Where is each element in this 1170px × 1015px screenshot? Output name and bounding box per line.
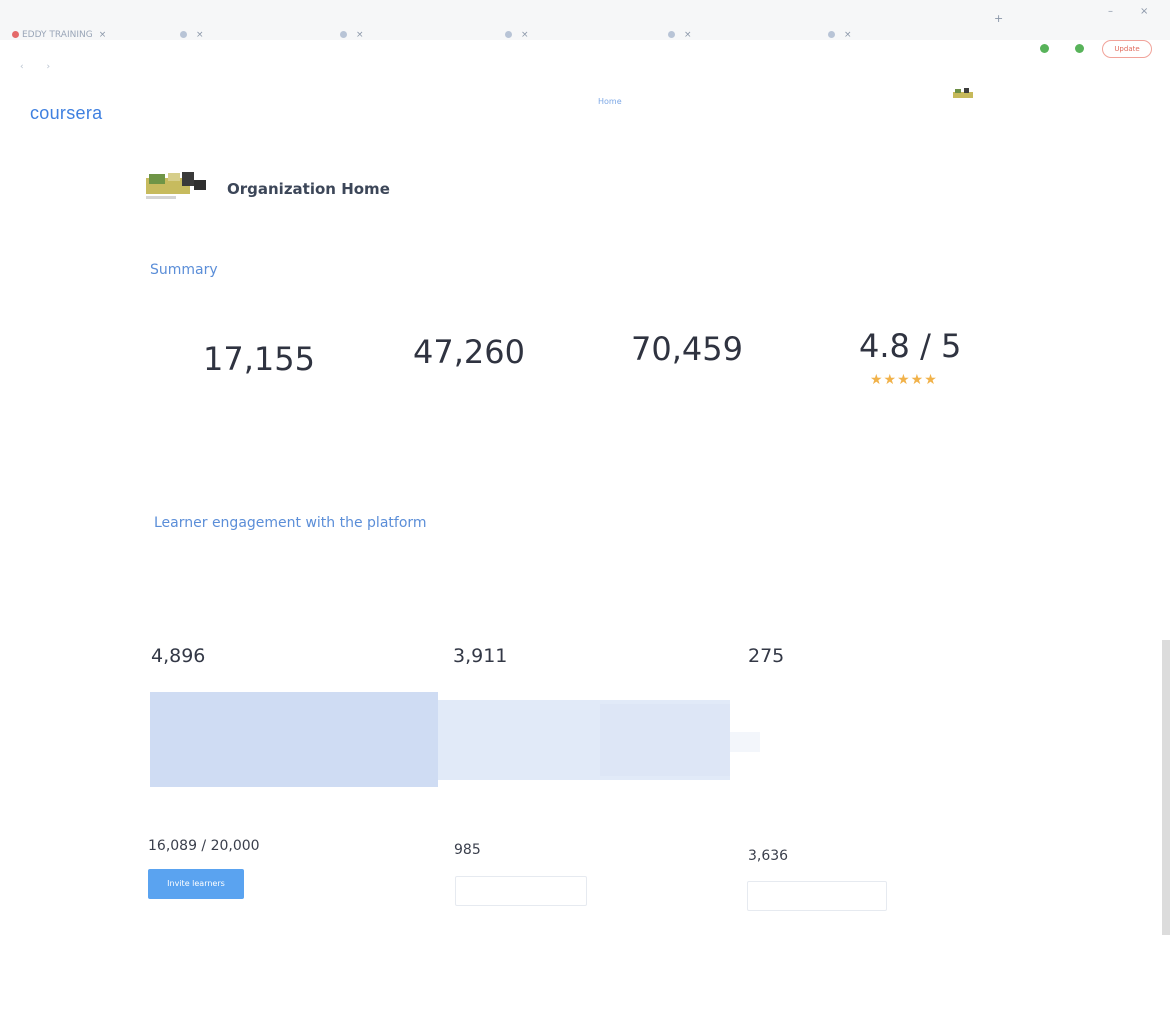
scrollbar[interactable]: [1162, 640, 1170, 935]
tab-favicon-icon: [505, 31, 512, 38]
funnel-segment-1: [150, 692, 438, 787]
extension-icon[interactable]: [1040, 44, 1049, 53]
close-icon[interactable]: ×: [844, 30, 852, 40]
funnel-segment-3: [730, 732, 760, 752]
page-title: Organization Home: [227, 180, 390, 198]
tab-favicon-icon: [668, 31, 675, 38]
browser-tab-5[interactable]: ×: [668, 30, 818, 44]
minimize-icon[interactable]: –: [1108, 6, 1113, 17]
engagement-value: 3,911: [453, 645, 508, 667]
close-icon[interactable]: ×: [356, 30, 364, 40]
browser-tab-4[interactable]: ×: [505, 30, 660, 44]
engagement-value: 275: [748, 645, 785, 667]
engagement-value: 4,896: [151, 645, 206, 667]
browser-tab-2[interactable]: ×: [180, 30, 330, 44]
nav-arrows-icon[interactable]: ‹ ›: [20, 62, 60, 72]
new-tab-plus-icon[interactable]: +: [994, 12, 1003, 25]
browser-update-button[interactable]: Update: [1102, 40, 1152, 58]
secondary-action-button[interactable]: [455, 876, 587, 906]
close-icon[interactable]: ×: [99, 30, 107, 40]
tab-favicon-icon: [828, 31, 835, 38]
engagement-funnel-chart: [150, 692, 760, 787]
close-icon[interactable]: ×: [521, 30, 529, 40]
engagement-bottom-value: 3,636: [748, 848, 789, 864]
engagement-bottom-value: 985: [454, 842, 481, 858]
funnel-segment-2b: [600, 704, 730, 776]
invite-learners-button[interactable]: Invite learners: [148, 869, 244, 899]
summary-metric-value: 47,260: [413, 333, 525, 371]
close-icon[interactable]: ×: [196, 30, 204, 40]
star-rating-icon: ★★★★★: [870, 372, 938, 388]
extension-icon[interactable]: [1075, 44, 1084, 53]
address-bar[interactable]: ‹ ›: [0, 58, 1170, 78]
tab-favicon-icon: [340, 31, 347, 38]
close-icon[interactable]: ×: [684, 30, 692, 40]
tab-favicon-icon: [12, 31, 19, 38]
tab-label: EDDY TRAINING: [22, 30, 93, 40]
browser-tab-6[interactable]: ×: [828, 30, 978, 44]
window-close-icon[interactable]: ×: [1140, 6, 1148, 17]
coursera-logo[interactable]: coursera: [30, 103, 102, 124]
browser-tab-3[interactable]: ×: [340, 30, 490, 44]
nav-home-link[interactable]: Home: [598, 97, 622, 106]
rating-value: 4.8 / 5: [859, 327, 962, 365]
screen: EDDY TRAINING × × × × × × + – × Update ‹ …: [0, 0, 1170, 1015]
browser-tab-bar: EDDY TRAINING × × × × × × + – ×: [0, 0, 1170, 40]
summary-metric-value: 17,155: [203, 340, 315, 378]
organization-logo-icon: [146, 172, 206, 199]
summary-metric-value: 70,459: [631, 330, 743, 368]
browser-tab-1[interactable]: EDDY TRAINING ×: [12, 30, 172, 44]
summary-heading: Summary: [150, 262, 218, 278]
secondary-action-button[interactable]: [747, 881, 887, 911]
tab-favicon-icon: [180, 31, 187, 38]
organization-logo-icon: [953, 88, 973, 98]
licenses-value: 16,089 / 20,000: [148, 838, 260, 854]
engagement-heading: Learner engagement with the platform: [154, 515, 427, 531]
